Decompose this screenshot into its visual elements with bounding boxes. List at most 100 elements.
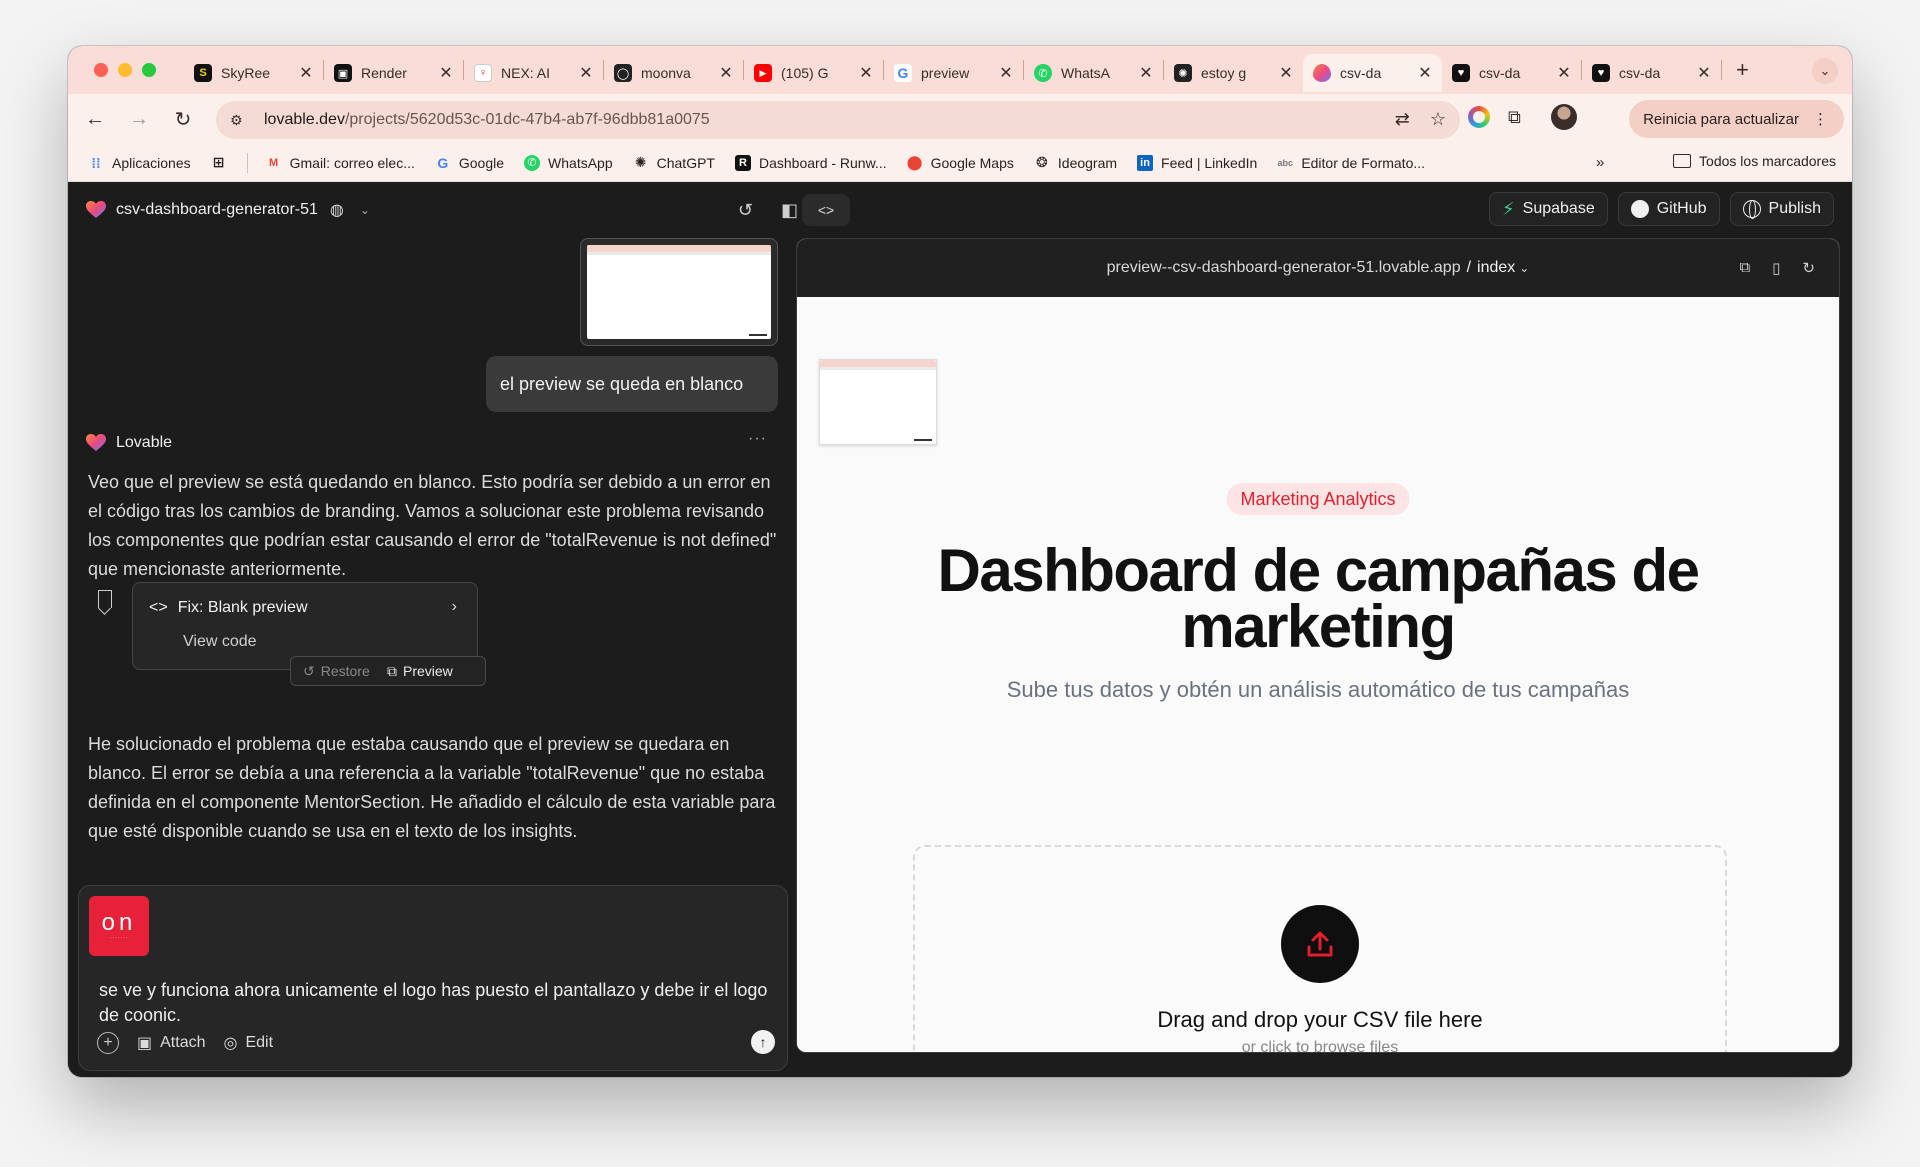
history-icon[interactable]: ↺ <box>738 200 753 221</box>
minimize-window-button[interactable] <box>118 63 132 77</box>
browser-tab[interactable]: ▣ Render ✕ <box>324 54 463 92</box>
site-settings-icon[interactable]: ⚙ <box>230 112 254 129</box>
edit-button[interactable]: ◎ Edit <box>223 1033 273 1053</box>
message-more-icon[interactable]: ··· <box>748 430 767 448</box>
profile-avatar[interactable] <box>1550 104 1577 130</box>
bookmark-item[interactable]: R Dashboard - Runw... <box>734 154 887 171</box>
relaunch-button[interactable]: Reinicia para actualizar ⋮ <box>1629 100 1844 138</box>
close-tab-icon[interactable]: ✕ <box>439 63 453 83</box>
send-arrow-icon[interactable]: ↑ <box>751 1030 775 1054</box>
fix-title: <> Fix: Blank preview <box>149 599 308 617</box>
restore-button[interactable]: ↺ Restore <box>291 663 387 680</box>
new-tab-button[interactable]: + <box>1736 57 1749 83</box>
tabs: S SkyRee ✕ ▣ Render ✕ ♀ NEX: AI ✕ ◯ moon… <box>184 46 1749 94</box>
kebab-menu-icon[interactable]: ⋮ <box>1813 110 1828 128</box>
close-tab-icon[interactable]: ✕ <box>859 63 873 83</box>
reload-icon[interactable]: ↻ <box>168 104 198 134</box>
close-tab-icon[interactable]: ✕ <box>299 63 313 83</box>
logo-tagline-mark: ······· <box>109 935 129 941</box>
bookmark-item[interactable]: ⁞⁞ Aplicaciones <box>88 155 190 171</box>
code-view-toggle[interactable]: <> <box>802 194 850 226</box>
browser-tab[interactable]: ✺ estoy g ✕ <box>1164 54 1303 92</box>
bookmark-item[interactable]: M Gmail: correo elec... <box>266 155 415 171</box>
composer-input[interactable]: se ve y funciona ahora unicamente el log… <box>99 978 779 1028</box>
close-tab-icon[interactable]: ✕ <box>1418 63 1432 83</box>
preview-url[interactable]: preview--csv-dashboard-generator-51.lova… <box>1107 259 1461 277</box>
browser-tab[interactable]: S SkyRee ✕ <box>184 54 323 92</box>
browser-tab[interactable]: ♀ NEX: AI ✕ <box>464 54 603 92</box>
browser-tab[interactable]: ▶ (105) G ✕ <box>744 54 883 92</box>
bookmark-item[interactable]: G Google <box>435 155 504 171</box>
user-screenshot-attachment[interactable] <box>580 238 778 346</box>
bookmark-label: ChatGPT <box>656 154 715 171</box>
bookmark-item[interactable]: ⬤ Google Maps <box>907 154 1014 171</box>
preview-button[interactable]: ⧉ Preview <box>387 663 453 680</box>
tab-title: csv-da <box>1340 65 1382 81</box>
page-selector[interactable]: index <box>1477 259 1515 277</box>
browser-tab[interactable]: ◯ moonva ✕ <box>604 54 743 92</box>
open-external-icon[interactable]: ⧉ <box>1739 259 1750 277</box>
publish-button[interactable]: Publish <box>1729 192 1834 226</box>
close-tab-icon[interactable]: ✕ <box>1139 63 1153 83</box>
globe-icon[interactable]: ◍ <box>330 200 344 220</box>
extensions-puzzle-icon[interactable]: ⧉ <box>1508 107 1521 128</box>
url-text[interactable]: lovable.dev/projects/5620d53c-01dc-47b4-… <box>264 111 710 129</box>
close-window-button[interactable] <box>94 63 108 77</box>
bookmark-item[interactable]: in Feed | LinkedIn <box>1137 154 1257 171</box>
chevron-right-icon[interactable]: › <box>452 598 457 616</box>
close-tab-icon[interactable]: ✕ <box>999 63 1013 83</box>
translate-icon[interactable]: ⇄ <box>1395 109 1410 130</box>
bookmark-item[interactable]: ✺ ChatGPT <box>633 154 715 171</box>
csv-dropzone[interactable]: Drag and drop your CSV file here or clic… <box>913 845 1727 1052</box>
github-button[interactable]: GitHub <box>1617 192 1720 226</box>
bookmark-star-icon[interactable]: ☆ <box>1430 109 1446 130</box>
bookmark-item[interactable]: ⊞ <box>211 154 227 171</box>
chat-composer[interactable]: on ······· se ve y funciona ahora unicam… <box>78 885 788 1071</box>
gmail-icon: M <box>269 156 279 169</box>
forward-arrow-icon[interactable]: → <box>124 104 154 134</box>
refresh-icon[interactable]: ↻ <box>1802 259 1815 277</box>
maximize-window-button[interactable] <box>142 63 156 77</box>
back-arrow-icon[interactable]: ← <box>80 104 110 134</box>
browser-tab[interactable]: ♥ csv-da ✕ <box>1582 54 1721 92</box>
chevron-down-icon[interactable]: ⌄ <box>1519 261 1529 275</box>
dropzone-subtitle[interactable]: or click to browse files <box>915 1039 1725 1052</box>
lovable-dark-icon: ♥ <box>1452 64 1470 82</box>
address-bar[interactable]: ⚙ lovable.dev/projects/5620d53c-01dc-47b… <box>216 101 1460 139</box>
tab-search-chevron-icon[interactable]: ⌄ <box>1812 58 1838 84</box>
preview-panel: preview--csv-dashboard-generator-51.lova… <box>796 238 1840 1053</box>
globe-icon <box>1742 200 1761 219</box>
browser-tab-active[interactable]: csv-da ✕ <box>1303 54 1442 92</box>
target-icon: ◎ <box>223 1035 238 1052</box>
sidebar-toggle-icon[interactable]: ◧ <box>781 200 798 221</box>
tab-title: WhatsA <box>1061 65 1111 81</box>
close-tab-icon[interactable]: ✕ <box>1557 63 1571 83</box>
close-tab-icon[interactable]: ✕ <box>579 63 593 83</box>
all-bookmarks-button[interactable]: Todos los marcadores <box>1673 153 1836 169</box>
supabase-button[interactable]: ⚡ Supabase <box>1489 192 1608 226</box>
extension-color-icon[interactable] <box>1468 106 1490 128</box>
bookmark-item[interactable]: ❂ Ideogram <box>1034 154 1117 171</box>
view-code-link[interactable]: View code <box>183 633 257 651</box>
project-name[interactable]: csv-dashboard-generator-51 <box>116 201 318 219</box>
bookmark-item[interactable]: ✆ WhatsApp <box>524 154 613 171</box>
add-icon[interactable]: + <box>97 1032 119 1054</box>
attached-logo-thumbnail[interactable]: on ······· <box>89 896 149 956</box>
browser-tab[interactable]: ✆ WhatsA ✕ <box>1024 54 1163 92</box>
mobile-view-icon[interactable]: ▯ <box>1772 259 1780 277</box>
browser-tab[interactable]: G preview ✕ <box>884 54 1023 92</box>
bookmark-icon[interactable] <box>98 590 112 608</box>
attach-button[interactable]: ▣ Attach <box>137 1033 205 1053</box>
close-tab-icon[interactable]: ✕ <box>1697 63 1711 83</box>
url-host: lovable.dev <box>264 111 345 128</box>
bookmark-item[interactable]: abc Editor de Formato... <box>1277 155 1425 171</box>
screenshot-thumbnail <box>820 360 936 444</box>
editor-icon: abc <box>1277 157 1294 168</box>
close-tab-icon[interactable]: ✕ <box>719 63 733 83</box>
more-bookmarks-chevron-icon[interactable]: » <box>1596 154 1604 171</box>
restore-label: Restore <box>320 662 370 679</box>
close-tab-icon[interactable]: ✕ <box>1279 63 1293 83</box>
browser-tab[interactable]: ♥ csv-da ✕ <box>1442 54 1581 92</box>
chevron-down-icon[interactable]: ⌄ <box>360 203 370 217</box>
fix-title-text: Fix: Blank preview <box>177 599 308 616</box>
